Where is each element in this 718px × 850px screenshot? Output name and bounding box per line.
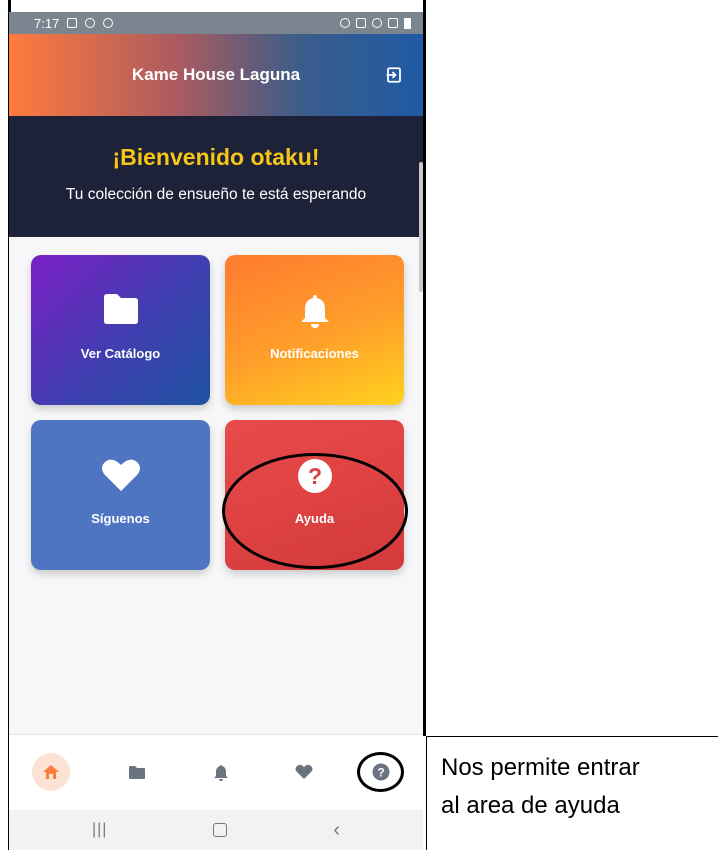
folder-icon bbox=[129, 765, 145, 779]
nav-home-button[interactable] bbox=[32, 753, 70, 791]
nav-help-highlight-circle bbox=[357, 752, 404, 792]
app-bar: Kame House Laguna bbox=[9, 34, 423, 116]
screenshot-icon bbox=[67, 18, 78, 28]
follow-card-label: Síguenos bbox=[91, 511, 150, 526]
phone-frame-right bbox=[423, 0, 426, 736]
annotation-box: Nos permite entrar al area de ayuda bbox=[426, 736, 718, 850]
system-home-icon[interactable] bbox=[213, 823, 228, 837]
battery-icon bbox=[404, 17, 411, 29]
catalog-card[interactable]: Ver Catálogo bbox=[31, 255, 210, 405]
welcome-title: ¡Bienvenido otaku! bbox=[112, 144, 320, 170]
welcome-subtitle: Tu colección de ensueño te está esperand… bbox=[65, 186, 367, 203]
annotation-line-1: Nos permite entrar bbox=[441, 754, 640, 781]
settings-icon bbox=[85, 18, 96, 28]
signal-icon bbox=[388, 18, 398, 28]
wifi-icon bbox=[372, 18, 382, 28]
nav-notifications-button[interactable] bbox=[202, 753, 240, 791]
system-navigation-bar: ||| ‹ bbox=[9, 810, 423, 850]
alarm-icon bbox=[356, 18, 366, 28]
nav-catalog-button[interactable] bbox=[118, 753, 156, 791]
bottom-navigation: ? bbox=[9, 734, 423, 810]
logout-icon[interactable] bbox=[385, 66, 403, 84]
notifications-card[interactable]: Notificaciones bbox=[225, 255, 404, 405]
home-icon bbox=[43, 765, 59, 779]
heart-icon bbox=[295, 764, 313, 779]
nav-follow-button[interactable] bbox=[285, 753, 323, 791]
annotation-line-2: al area de ayuda bbox=[441, 792, 620, 819]
phone-screen: 7:17 Kame House Laguna ¡Bienvenido otaku… bbox=[9, 12, 423, 850]
help-highlight-circle bbox=[222, 453, 408, 569]
recent-apps-icon[interactable]: ||| bbox=[92, 821, 107, 839]
status-time: 7:17 bbox=[34, 15, 60, 31]
back-icon[interactable]: ‹ bbox=[333, 819, 340, 842]
notifications-card-label: Notificaciones bbox=[270, 346, 359, 361]
app-title: Kame House Laguna bbox=[131, 65, 301, 84]
catalog-card-label: Ver Catálogo bbox=[80, 346, 161, 361]
mute-icon bbox=[340, 18, 350, 28]
bell-icon bbox=[300, 295, 329, 328]
welcome-banner: ¡Bienvenido otaku! Tu colección de ensue… bbox=[9, 116, 423, 237]
status-bar: 7:17 bbox=[9, 12, 423, 34]
follow-card[interactable]: Síguenos bbox=[31, 420, 210, 570]
heart-icon bbox=[101, 459, 140, 491]
bell-icon bbox=[214, 764, 228, 781]
media-icon bbox=[103, 18, 114, 28]
scrollbar[interactable] bbox=[419, 162, 423, 292]
folder-icon bbox=[103, 294, 138, 324]
